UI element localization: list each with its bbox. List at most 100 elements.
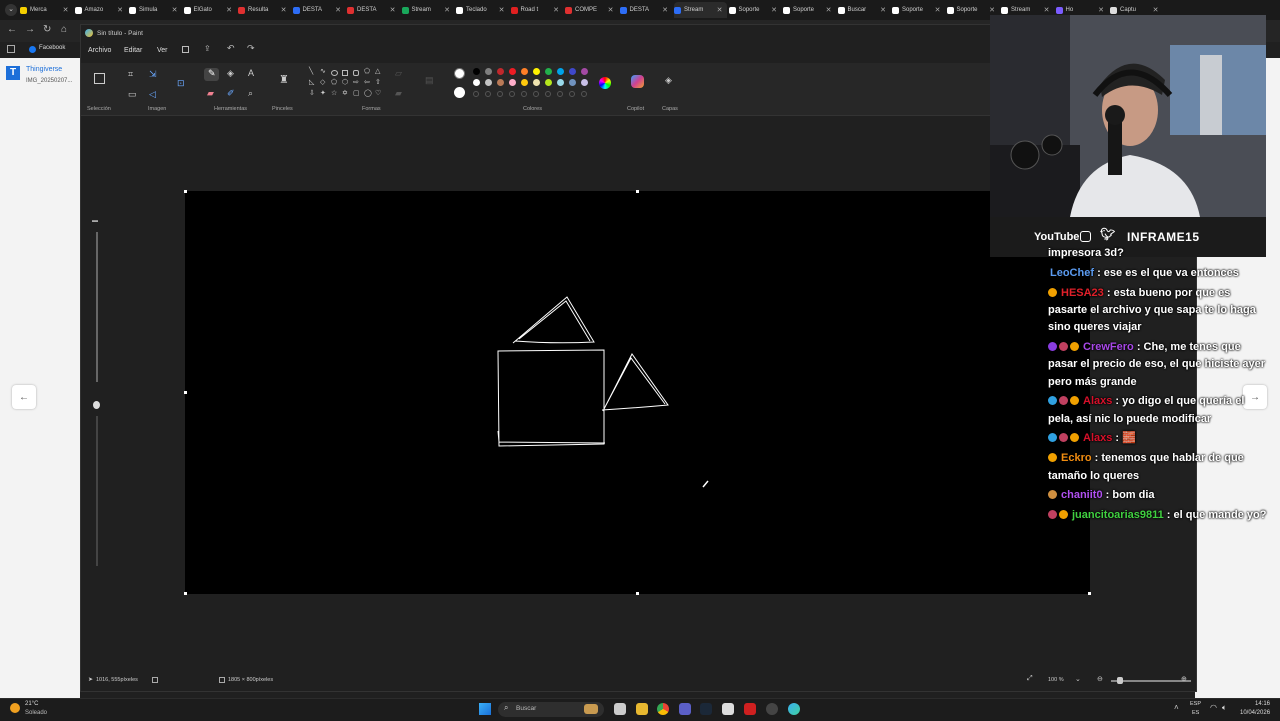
obs-icon[interactable]: [766, 703, 778, 715]
browser-tab[interactable]: ElGato ✕: [183, 2, 237, 18]
tab-list-menu-icon[interactable]: ⌄: [5, 4, 17, 16]
browser-tab[interactable]: Soporte ✕: [728, 2, 782, 18]
layers-icon[interactable]: ◈: [665, 75, 672, 86]
tab-close-icon[interactable]: ✕: [717, 6, 723, 14]
palette-color-swatch[interactable]: [473, 79, 480, 86]
tab-close-icon[interactable]: ✕: [935, 6, 941, 14]
tab-close-icon[interactable]: ✕: [499, 6, 505, 14]
custom-color-slot[interactable]: [533, 91, 539, 97]
oval-shape-icon[interactable]: [331, 70, 338, 76]
zoom-out-icon[interactable]: ⊖: [1097, 675, 1103, 683]
crop-icon[interactable]: ⌗: [128, 69, 133, 80]
browser-tab[interactable]: Road t ✕: [510, 2, 564, 18]
start-button[interactable]: [479, 703, 491, 715]
palette-color-swatch[interactable]: [497, 68, 504, 75]
taskbar-search[interactable]: ⌕ Buscar: [498, 702, 604, 717]
tab-close-icon[interactable]: ✕: [771, 6, 777, 14]
rotate-icon[interactable]: ◁: [149, 89, 156, 100]
image-search-icon[interactable]: ⊡: [177, 78, 185, 89]
custom-color-slot[interactable]: [557, 91, 563, 97]
zoom-slider-thumb[interactable]: [1117, 677, 1123, 684]
browser-tab[interactable]: Amazo ✕: [74, 2, 128, 18]
canvas-handle-tm[interactable]: [636, 190, 639, 193]
app-icon[interactable]: [744, 703, 756, 715]
palette-color-swatch[interactable]: [509, 68, 516, 75]
tab-close-icon[interactable]: ✕: [608, 6, 614, 14]
custom-color-slot[interactable]: [497, 91, 503, 97]
tab-close-icon[interactable]: ✕: [1098, 6, 1104, 14]
brush-icon[interactable]: ♜: [279, 73, 289, 86]
browser-tab[interactable]: DESTA ✕: [347, 2, 400, 18]
zoom-dropdown-icon[interactable]: ⌄: [1075, 675, 1081, 683]
arrow-left-shape-icon[interactable]: ⇦: [364, 78, 370, 86]
magnifier-icon[interactable]: ⌕: [248, 88, 253, 99]
redo-icon[interactable]: ↷: [247, 43, 255, 54]
palette-color-swatch[interactable]: [545, 79, 552, 86]
menu-editar[interactable]: Editar: [124, 47, 142, 54]
color-picker-icon[interactable]: ✐: [227, 88, 235, 99]
weather-icon[interactable]: [10, 703, 20, 713]
palette-color-swatch[interactable]: [509, 79, 516, 86]
callout-oval-shape-icon[interactable]: ◯: [364, 89, 372, 97]
resize-icon[interactable]: ⇲: [149, 69, 157, 80]
browser-tab[interactable]: Resulta ✕: [238, 2, 291, 18]
palette-color-swatch[interactable]: [569, 79, 576, 86]
opacity-track[interactable]: [96, 416, 98, 566]
chat-username[interactable]: LeoChef: [1050, 267, 1094, 279]
custom-color-slot[interactable]: [545, 91, 551, 97]
arrow-up-shape-icon[interactable]: ⇧: [375, 78, 381, 86]
home-icon[interactable]: ⌂: [61, 24, 67, 35]
clock-time[interactable]: 14:16: [1255, 701, 1270, 707]
shapes-gallery[interactable]: ╲ ∿ ⬠ △ ◺ ◇ ⬠ ⬡ ⇨ ⇦ ⇧ ⇩ ✦ ☆ ✡ ▢ ◯ ♡: [309, 67, 387, 104]
canvas-handle-tl[interactable]: [184, 190, 187, 193]
edit-colors-icon[interactable]: [599, 77, 611, 89]
page-left-title[interactable]: Thingiverse: [26, 66, 62, 73]
browser-tab[interactable]: Stream ✕: [401, 2, 455, 18]
browser-tab[interactable]: Stream ✕: [674, 2, 727, 18]
star6-shape-icon[interactable]: ✡: [342, 89, 348, 97]
chrome-icon[interactable]: [657, 703, 669, 715]
tab-close-icon[interactable]: ✕: [989, 6, 995, 14]
browser-tab[interactable]: Simula ✕: [129, 2, 182, 18]
line-shape-icon[interactable]: ╲: [309, 67, 313, 75]
chat-username[interactable]: Eckro: [1061, 452, 1092, 464]
palette-color-swatch[interactable]: [557, 79, 564, 86]
paint-taskbar-icon[interactable]: [788, 703, 800, 715]
remove-background-icon[interactable]: ▭: [128, 89, 137, 100]
custom-color-slot[interactable]: [521, 91, 527, 97]
zoom-slider[interactable]: [1111, 680, 1191, 682]
zoom-in-icon[interactable]: ⊕: [1181, 675, 1187, 683]
browser-tab[interactable]: DESTA ✕: [292, 2, 346, 18]
back-icon[interactable]: ←: [7, 24, 17, 35]
copilot-icon[interactable]: [631, 75, 644, 88]
fit-to-window-icon[interactable]: ⤢: [1027, 675, 1033, 683]
right-triangle-shape-icon[interactable]: ◺: [309, 78, 314, 86]
curve-shape-icon[interactable]: ∿: [320, 67, 326, 75]
canvas-handle-br[interactable]: [1088, 592, 1091, 595]
primary-color-swatch[interactable]: [454, 68, 465, 79]
canvas-handle-bm[interactable]: [636, 592, 639, 595]
arrow-down-shape-icon[interactable]: ⇩: [309, 89, 315, 97]
palette-color-swatch[interactable]: [581, 68, 588, 75]
teams-icon[interactable]: [679, 703, 691, 715]
chat-username[interactable]: Alaxs: [1083, 395, 1112, 407]
tab-close-icon[interactable]: ✕: [880, 6, 886, 14]
diamond-shape-icon[interactable]: ◇: [320, 78, 325, 86]
canvas-handle-ml[interactable]: [184, 391, 187, 394]
tab-close-icon[interactable]: ✕: [1044, 6, 1050, 14]
apps-icon[interactable]: [7, 45, 15, 53]
chat-username[interactable]: chaniit0: [1061, 489, 1103, 501]
heart-shape-icon[interactable]: ♡: [375, 89, 381, 97]
star4-shape-icon[interactable]: ✦: [320, 89, 326, 97]
bookmark-facebook[interactable]: Facebook: [39, 45, 65, 51]
secondary-color-swatch[interactable]: [454, 87, 465, 98]
undo-icon[interactable]: ↶: [227, 43, 235, 54]
custom-color-slot[interactable]: [581, 91, 587, 97]
tab-close-icon[interactable]: ✕: [172, 6, 178, 14]
tab-close-icon[interactable]: ✕: [226, 6, 232, 14]
reload-icon[interactable]: ↻: [43, 24, 51, 35]
palette-color-swatch[interactable]: [521, 79, 528, 86]
fill-icon[interactable]: ◈: [227, 68, 234, 79]
tab-close-icon[interactable]: ✕: [335, 6, 341, 14]
palette-color-swatch[interactable]: [485, 68, 492, 75]
